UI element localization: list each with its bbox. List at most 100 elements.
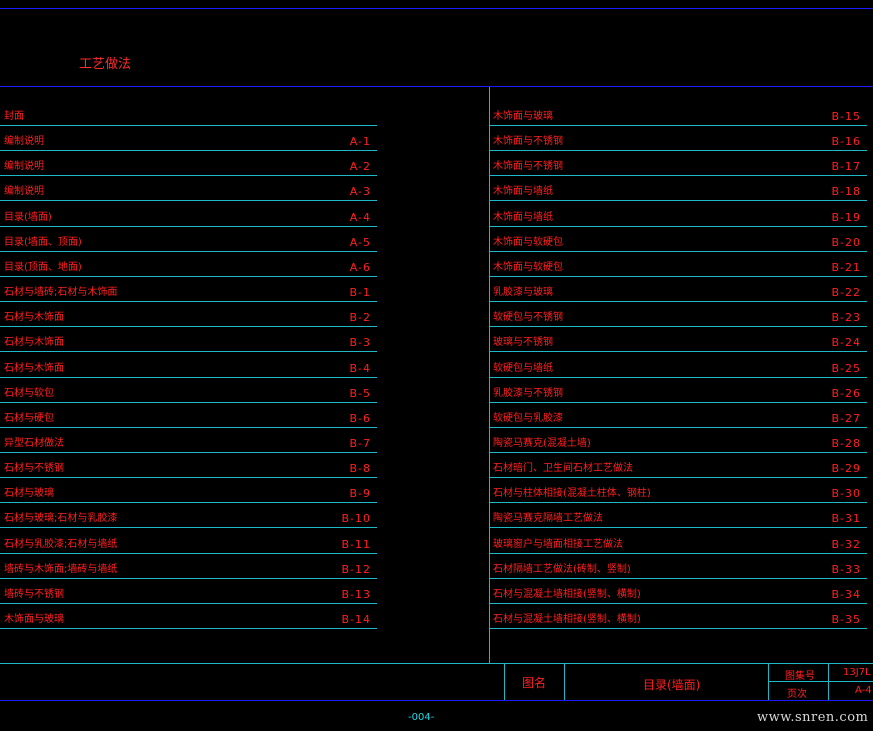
index-row: 墙砖与不锈钢 B-13 xyxy=(0,579,377,604)
entry-code: B-20 xyxy=(831,235,861,249)
entry-title: 异型石材做法 xyxy=(4,437,64,449)
drawing-name: 目录(墙面) xyxy=(643,678,701,692)
entry-title: 石材与木饰面 xyxy=(4,337,64,349)
entry-code: B-15 xyxy=(831,110,861,123)
drawing-title: 工艺做法 xyxy=(79,57,132,72)
entry-code: B-34 xyxy=(831,587,861,601)
entry-title: 石材与混凝土墙相接(竖制、横制) xyxy=(493,614,641,625)
index-row: 石材与柱体相接(混凝土柱体、钢柱) B-30 xyxy=(489,478,867,504)
entry-title: 木饰面与玻璃 xyxy=(4,614,64,625)
entry-title: 编制说明 xyxy=(4,186,44,198)
index-row: 乳胶漆与不锈钢 B-26 xyxy=(489,378,867,403)
entry-title: 木饰面与软硬包 xyxy=(493,236,563,248)
entry-title: 石材与墙砖;石材与木饰面 xyxy=(4,287,118,299)
entry-title: 木饰面与软硬包 xyxy=(493,261,563,273)
entry-code: B-19 xyxy=(831,210,861,224)
entry-title: 木饰面与不锈钢 xyxy=(493,136,563,148)
entry-code: B-23 xyxy=(831,311,861,325)
index-row: 软硬包与乳胶漆 B-27 xyxy=(489,403,867,428)
entry-title: 软硬包与墙纸 xyxy=(493,362,553,374)
index-row: 目录(墙面、顶面) A-5 xyxy=(0,227,377,252)
index-row: 木饰面与玻璃 B-15 xyxy=(489,101,867,126)
entry-code: B-30 xyxy=(831,487,861,501)
index-row: 软硬包与不锈钢 B-23 xyxy=(489,302,867,328)
entry-title: 软硬包与不锈钢 xyxy=(493,312,563,324)
index-row: 陶瓷马赛克(混凝土墙) B-28 xyxy=(489,428,867,453)
index-row: 封面 xyxy=(0,101,377,126)
entry-code: B-11 xyxy=(341,537,371,551)
index-row: 石材隔墙工艺做法(砖制、竖制) B-33 xyxy=(489,554,867,579)
title-block-top-line xyxy=(0,663,873,664)
index-row: 石材与木饰面 B-4 xyxy=(0,353,377,378)
atlas-no: 13J7L xyxy=(843,667,871,678)
entry-code: B-14 xyxy=(341,613,371,626)
entry-title: 木饰面与玻璃 xyxy=(493,111,553,122)
entry-code: B-21 xyxy=(831,260,861,274)
entry-title: 墙砖与木饰面;墙砖与墙纸 xyxy=(4,563,118,575)
entry-title: 木饰面与墙纸 xyxy=(493,186,553,198)
entry-title: 目录(墙面、顶面) xyxy=(4,236,82,248)
index-row: 墙砖与木饰面;墙砖与墙纸 B-12 xyxy=(0,554,377,579)
entry-title: 乳胶漆与不锈钢 xyxy=(493,387,563,399)
index-row: 异型石材做法 B-7 xyxy=(0,428,377,453)
entry-title: 玻璃窗户与墙面相接工艺做法 xyxy=(493,538,623,550)
entry-code: B-16 xyxy=(831,135,861,149)
index-row: 木饰面与软硬包 B-21 xyxy=(489,252,867,277)
entry-code: A-5 xyxy=(349,235,371,249)
entry-title: 石材与乳胶漆;石材与墙纸 xyxy=(4,538,118,550)
index-row: 目录(墙面) A-4 xyxy=(0,202,377,227)
index-row: 木饰面与不锈钢 B-17 xyxy=(489,151,867,177)
entry-code: B-2 xyxy=(349,311,371,325)
index-row: 木饰面与软硬包 B-20 xyxy=(489,227,867,252)
entry-code: B-5 xyxy=(349,386,371,400)
entry-title: 木饰面与不锈钢 xyxy=(493,161,563,173)
page-label: 页次 xyxy=(787,689,807,700)
index-row: 木饰面与墙纸 B-19 xyxy=(489,202,867,227)
entry-title: 陶瓷马赛克(混凝土墙) xyxy=(493,437,591,449)
header-frame-line xyxy=(0,86,873,87)
index-row: 石材与玻璃;石材与乳胶漆 B-10 xyxy=(0,503,377,529)
entry-code: B-31 xyxy=(831,512,861,526)
entry-code: B-17 xyxy=(831,160,861,174)
entry-code: A-6 xyxy=(349,260,371,274)
title-block-divider-2 xyxy=(564,663,565,700)
index-row: 编制说明 A-2 xyxy=(0,151,377,177)
entry-code: B-32 xyxy=(831,537,861,551)
entry-title: 石材隔墙工艺做法(砖制、竖制) xyxy=(493,563,631,575)
entry-code: B-25 xyxy=(831,361,861,375)
drawing-name-label: 图名 xyxy=(522,676,547,690)
entry-code: A-1 xyxy=(349,135,371,149)
entry-code: B-33 xyxy=(831,562,861,576)
index-row: 编制说明 A-3 xyxy=(0,176,377,202)
entry-code: B-24 xyxy=(831,336,861,350)
entry-title: 石材暗门、卫生间石材工艺做法 xyxy=(493,463,633,475)
index-row: 玻璃与不锈钢 B-24 xyxy=(489,327,867,353)
index-row: 石材与混凝土墙相接(竖制、横制) B-35 xyxy=(489,604,867,629)
title-block-divider-1 xyxy=(504,663,505,700)
entry-code: B-29 xyxy=(831,462,861,476)
index-row: 石材与硬包 B-6 xyxy=(0,403,377,428)
title-block-mid-line xyxy=(768,681,873,682)
index-row: 陶瓷马赛克隔墙工艺做法 B-31 xyxy=(489,503,867,529)
bottom-frame-line xyxy=(0,700,873,701)
entry-code: B-8 xyxy=(349,462,371,476)
index-row: 石材暗门、卫生间石材工艺做法 B-29 xyxy=(489,453,867,479)
entry-code: A-4 xyxy=(349,210,371,224)
entry-title: 封面 xyxy=(4,111,24,122)
entry-title: 陶瓷马赛克隔墙工艺做法 xyxy=(493,513,603,525)
entry-code: B-9 xyxy=(349,487,371,501)
index-row: 石材与不锈钢 B-8 xyxy=(0,453,377,479)
entry-title: 软硬包与乳胶漆 xyxy=(493,412,563,424)
entry-code: B-27 xyxy=(831,411,861,425)
entry-code: B-26 xyxy=(831,386,861,400)
entry-title: 石材与柱体相接(混凝土柱体、钢柱) xyxy=(493,488,651,500)
atlas-no-label: 图集号 xyxy=(785,671,815,682)
index-row: 石材与木饰面 B-2 xyxy=(0,302,377,328)
index-row: 石材与混凝土墙相接(竖制、横制) B-34 xyxy=(489,579,867,604)
index-row: 木饰面与玻璃 B-14 xyxy=(0,604,377,629)
entry-code: B-10 xyxy=(341,512,371,526)
entry-title: 目录(顶面、地面) xyxy=(4,261,82,273)
entry-title: 玻璃与不锈钢 xyxy=(493,337,553,349)
index-row: 木饰面与墙纸 B-18 xyxy=(489,176,867,202)
entry-title: 编制说明 xyxy=(4,161,44,173)
